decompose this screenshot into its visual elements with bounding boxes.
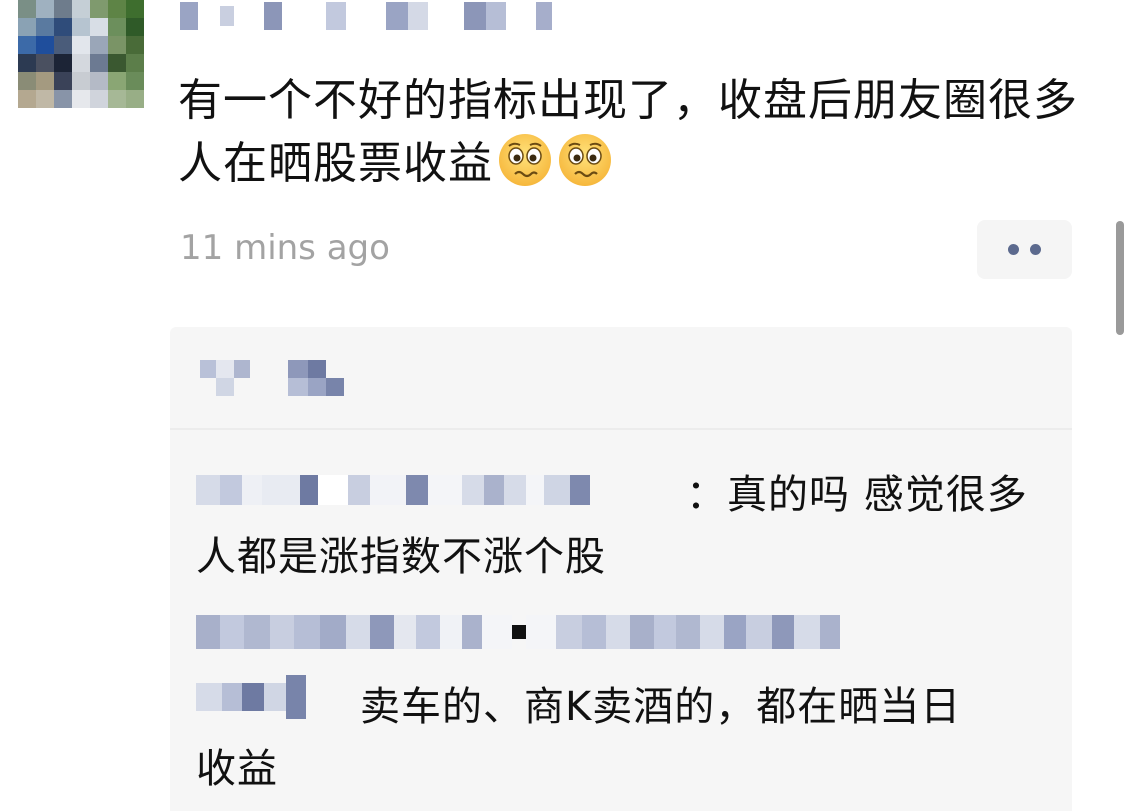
author-name[interactable] bbox=[180, 0, 650, 40]
post-timestamp: 11 mins ago bbox=[180, 228, 390, 268]
more-dots-icon bbox=[1008, 244, 1019, 255]
worried-face-emoji-icon bbox=[499, 134, 551, 186]
commenter-name[interactable] bbox=[196, 612, 840, 652]
comment-text-line1: ：真的吗 感觉很多 bbox=[686, 472, 1028, 518]
scrollbar[interactable] bbox=[1116, 221, 1124, 335]
commenter-name-continued[interactable] bbox=[196, 672, 306, 722]
more-dots-icon bbox=[1030, 244, 1041, 255]
post-body: 有一个不好的指标出现了，收盘后朋友圈很多人在晒股票收益 bbox=[178, 70, 1078, 195]
comment-text-line1: 卖车的、商K卖酒的，都在晒当日 bbox=[360, 684, 962, 730]
post-text: 有一个不好的指标出现了，收盘后朋友圈很多人在晒股票收益 bbox=[178, 75, 1078, 189]
panel-divider bbox=[170, 428, 1072, 430]
commenter-name[interactable] bbox=[196, 470, 590, 510]
moments-post-page: 有一个不好的指标出现了，收盘后朋友圈很多人在晒股票收益 11 mins ago … bbox=[0, 0, 1134, 811]
likes-row bbox=[200, 360, 410, 400]
more-actions-button[interactable] bbox=[977, 220, 1072, 279]
comment-text-line2: 收益 bbox=[196, 746, 278, 792]
worried-face-emoji-icon bbox=[559, 134, 611, 186]
author-avatar[interactable] bbox=[18, 0, 144, 108]
comment-text-line2: 人都是涨指数不涨个股 bbox=[196, 534, 606, 580]
